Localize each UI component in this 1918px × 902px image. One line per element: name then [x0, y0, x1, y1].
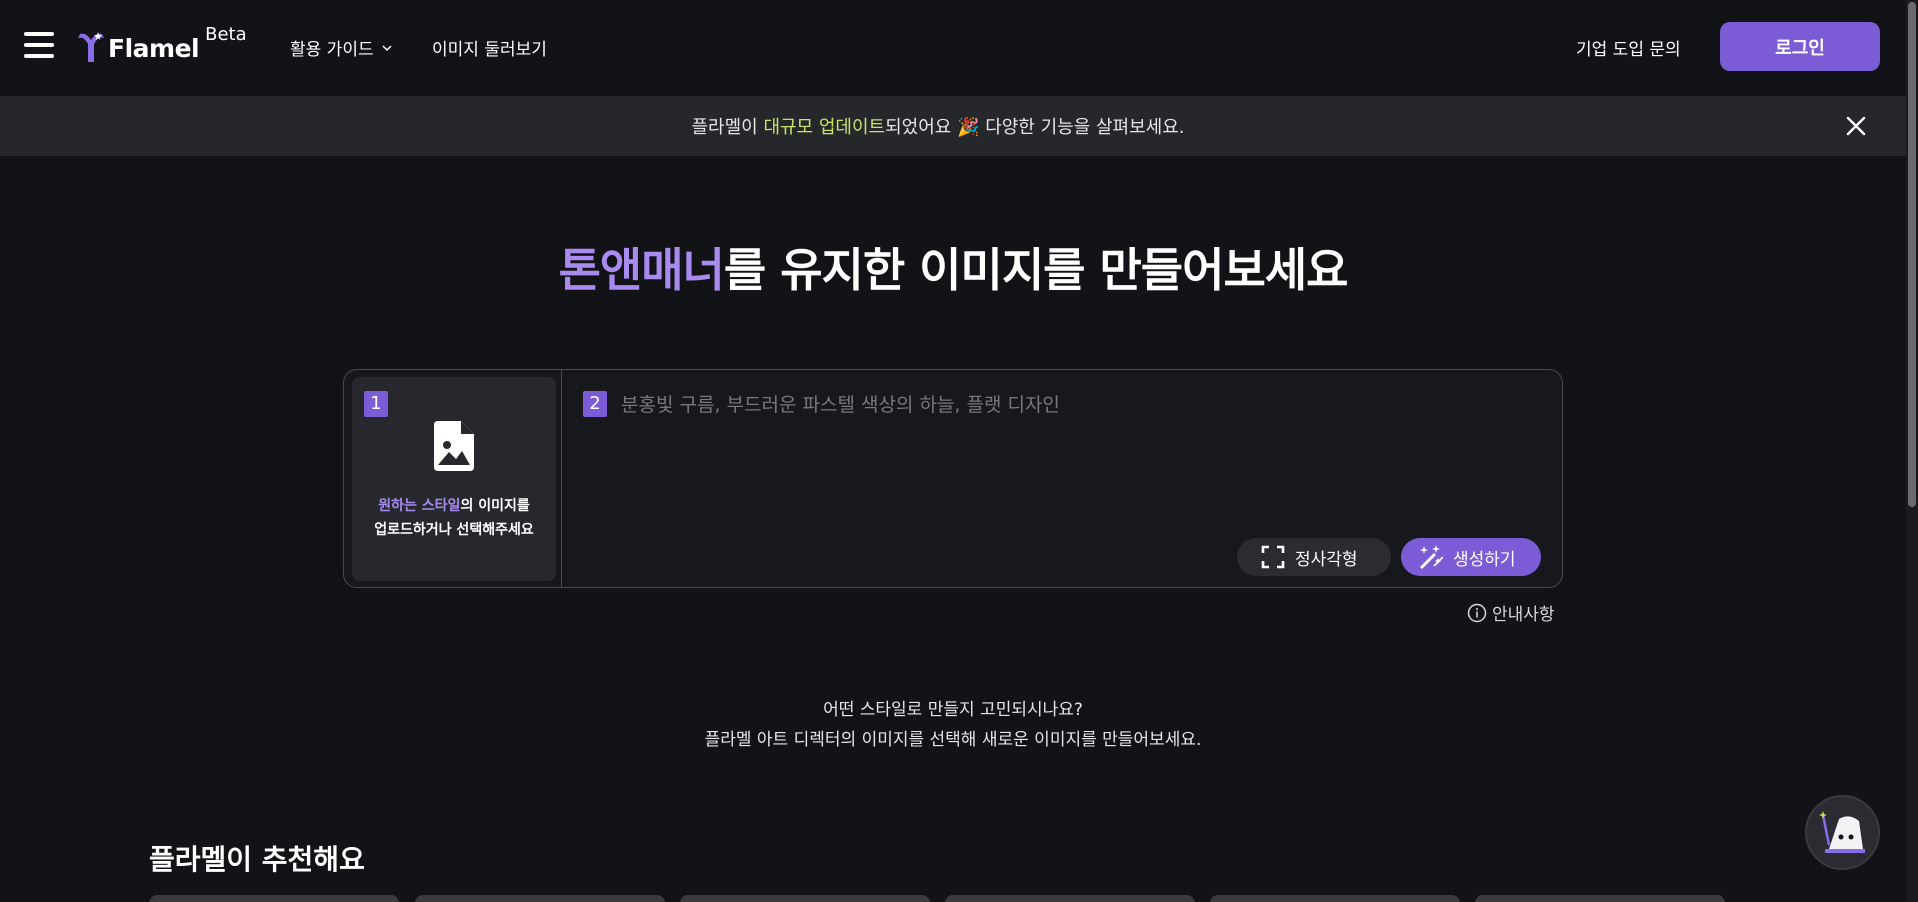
page-title: 톤앤매너를 유지한 이미지를 만들어보세요: [0, 234, 1906, 300]
generate-label: 생성하기: [1453, 549, 1516, 570]
nav-guide[interactable]: 활용 가이드: [290, 35, 392, 60]
recommend-thumbnail[interactable]: [1475, 895, 1725, 902]
close-icon[interactable]: [1845, 115, 1867, 137]
helper-line-1: 어떤 스타일로 만들지 고민되시나요?: [823, 700, 1083, 720]
announcement-banner: 플라멜이 대규모 업데이트되었어요 🎉 다양한 기능을 살펴보세요.: [0, 96, 1906, 156]
flamel-logo-icon: [78, 32, 104, 62]
step-2-badge: 2: [583, 391, 607, 417]
enterprise-inquiry-link[interactable]: 기업 도입 문의: [1576, 35, 1681, 60]
logo-text: Flamel: [108, 34, 200, 63]
generate-button[interactable]: 생성하기: [1401, 538, 1541, 576]
banner-highlight[interactable]: 대규모 업데이트: [763, 117, 885, 138]
notice-label: 안내사항: [1492, 605, 1555, 625]
recommend-thumbnail[interactable]: [680, 895, 930, 902]
aspect-ratio-button[interactable]: 정사각형: [1237, 538, 1391, 576]
square-crop-icon: [1261, 545, 1285, 569]
card-divider: [561, 370, 562, 587]
nav-browse[interactable]: 이미지 둘러보기: [432, 35, 547, 60]
notice-link[interactable]: 안내사항: [1467, 600, 1555, 625]
style-image-upload[interactable]: 1 원하는 스타일의 이미지를 업로드하거나 선택해주세요: [352, 377, 556, 581]
recommend-thumbnail[interactable]: [415, 895, 665, 902]
upload-instruction: 원하는 스타일의 이미지를 업로드하거나 선택해주세요: [352, 494, 556, 542]
banner-suffix: 되었어요 🎉 다양한 기능을 살펴보세요.: [885, 117, 1185, 138]
banner-prefix: 플라멜이: [691, 117, 764, 138]
recommend-section-title: 플라멜이 추천해요: [149, 843, 365, 876]
recommend-thumbnail[interactable]: [149, 895, 399, 902]
scrollbar-thumb[interactable]: [1908, 2, 1916, 507]
scrollbar[interactable]: [1906, 0, 1918, 902]
login-button[interactable]: 로그인: [1720, 22, 1880, 71]
image-file-icon: [434, 421, 474, 471]
nav-browse-label: 이미지 둘러보기: [432, 40, 547, 60]
recommend-thumbnail[interactable]: [1210, 895, 1460, 902]
generator-card: 1 원하는 스타일의 이미지를 업로드하거나 선택해주세요 2 정사각형 생성하…: [343, 369, 1563, 588]
aspect-ratio-label: 정사각형: [1295, 549, 1358, 570]
header: Flamel Beta 활용 가이드 이미지 둘러보기 기업 도입 문의 로그인: [0, 0, 1918, 96]
page-title-accent: 톤앤매너: [558, 243, 725, 297]
prompt-input[interactable]: [621, 390, 1521, 420]
logo[interactable]: Flamel Beta: [76, 24, 247, 68]
nav-guide-label: 활용 가이드: [290, 40, 374, 60]
step-1-badge: 1: [364, 391, 388, 417]
upload-line2: 업로드하거나 선택해주세요: [374, 522, 534, 538]
chevron-down-icon: [382, 44, 392, 51]
page-title-rest: 를 유지한 이미지를 만들어보세요: [723, 243, 1349, 297]
beta-label: Beta: [205, 24, 247, 45]
helper-text: 어떤 스타일로 만들지 고민되시나요? 플라멜 아트 디렉터의 이미지를 선택해…: [0, 695, 1906, 755]
upload-rest: 의 이미지를: [460, 498, 530, 514]
assistant-fab-button[interactable]: [1805, 795, 1880, 870]
menu-icon[interactable]: [24, 32, 54, 59]
helper-line-2: 플라멜 아트 디렉터의 이미지를 선택해 새로운 이미지를 만들어보세요.: [704, 730, 1202, 750]
info-icon: [1467, 603, 1487, 622]
wizard-hat-icon: [1819, 811, 1865, 853]
recommend-thumbnail[interactable]: [945, 895, 1195, 902]
magic-wand-icon: [1420, 545, 1443, 569]
upload-accent: 원하는 스타일: [378, 498, 461, 514]
banner-text: 플라멜이 대규모 업데이트되었어요 🎉 다양한 기능을 살펴보세요.: [691, 113, 1184, 139]
